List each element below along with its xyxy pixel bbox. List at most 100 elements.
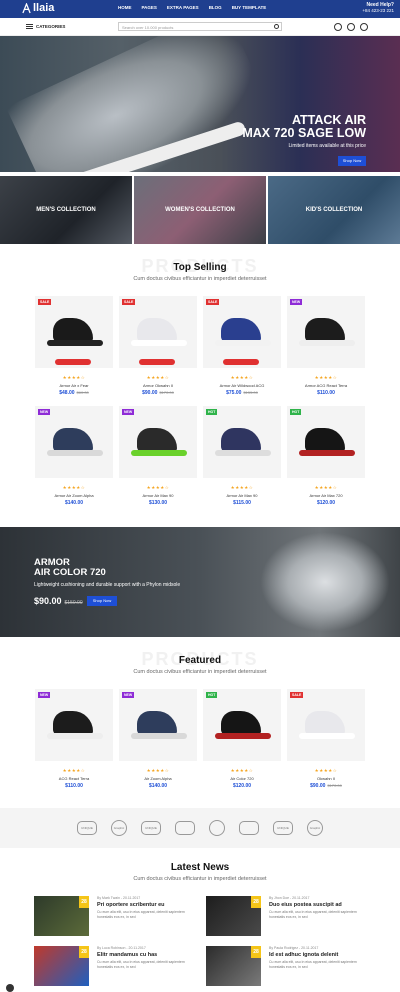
product-image[interactable]: NEW (287, 296, 365, 368)
news-item[interactable]: 28 By Jhon Doe - 20.11.2017 Duo eius poste… (206, 896, 366, 936)
news-title[interactable]: Id est adhuc ignota delenit (269, 952, 366, 958)
product-image[interactable]: SALE (35, 296, 113, 368)
product-card[interactable]: SALE ★★★★☆ Okwahn II $90.00 $170.00 (287, 689, 365, 789)
section-subtitle: Cum doctus civibus efficiantur in imperd… (133, 876, 267, 882)
product-card[interactable]: SALE ★★★★☆ Armor Okwahn II $90.00 $170.00 (119, 296, 197, 396)
news-image[interactable]: 28 (206, 896, 261, 936)
news-text: By Jhon Doe - 20.11.2017 Duo eius postea … (261, 896, 366, 936)
product-price: $130.00 (119, 500, 197, 506)
news-item[interactable]: 28 By Luca Robinson - 20.11.2017 Elitr man… (34, 946, 194, 986)
logo-icon[interactable] (22, 3, 31, 14)
news-item[interactable]: 28 By Paula Rodrigez - 20.11.2017 Id est a… (206, 946, 366, 986)
product-card[interactable]: NEW ★★★★☆ Armor Air Max 90 $130.00 (119, 406, 197, 506)
news-item[interactable]: 28 By Mark Twain - 20.11.2017 Pri oportere… (34, 896, 194, 936)
search-icon[interactable] (274, 24, 279, 29)
price-new: $120.00 (232, 783, 252, 789)
product-card[interactable]: NEW ★★★★☆ ACG React Terra $110.00 (35, 689, 113, 789)
product-card[interactable]: NEW ★★★★☆ Air Zoom Alpha $140.00 (119, 689, 197, 789)
cart-icon[interactable] (360, 23, 368, 31)
rating-stars: ★★★★☆ (314, 485, 338, 490)
shoe-icon (129, 428, 187, 458)
brand-logo[interactable]: Graphic (111, 820, 127, 836)
wishlist-icon[interactable] (347, 23, 355, 31)
news-date-badge: 28 (251, 946, 261, 958)
product-card[interactable]: NEW ★★★★☆ Armor ACG React Terra $110.00 (287, 296, 365, 396)
brand-logo[interactable]: Graphic (307, 820, 323, 836)
product-image[interactable]: NEW (35, 406, 113, 478)
product-image[interactable]: HOT (203, 689, 281, 761)
product-name[interactable]: Armor Air x Fear (35, 383, 113, 388)
product-name[interactable]: Armor Air Max 90 (119, 493, 197, 498)
header-icons (334, 23, 368, 31)
product-image[interactable]: SALE (287, 689, 365, 761)
product-name[interactable]: Air Color 720 (203, 776, 281, 781)
product-name[interactable]: Armor Air Max 90 (203, 493, 281, 498)
product-image[interactable]: NEW (35, 689, 113, 761)
news-image[interactable]: 28 (34, 946, 89, 986)
nav-buy-template[interactable]: BUY TEMPLATE (232, 5, 267, 10)
brand-logo[interactable]: UNIQUE (141, 821, 161, 835)
brand-logo[interactable]: UNIQUE (77, 821, 97, 835)
product-image[interactable]: NEW (119, 406, 197, 478)
news-image[interactable]: 28 (206, 946, 261, 986)
price-new: $120.00 (316, 500, 336, 506)
news-meta: By Luca Robinson - 20.11.2017 (97, 946, 146, 950)
product-name[interactable]: ACG React Terra (35, 776, 113, 781)
news-title[interactable]: Duo eius postea suscipit ad (269, 902, 366, 908)
product-name[interactable]: Okwahn II (287, 776, 365, 781)
product-name[interactable]: Armor Air Wildwood ACG (203, 383, 281, 388)
brand-logo[interactable] (175, 821, 195, 835)
product-image[interactable]: SALE (203, 296, 281, 368)
product-price: $90.00 $170.00 (119, 390, 197, 396)
brand-logo[interactable] (239, 821, 259, 835)
brand-logo[interactable] (209, 820, 225, 836)
product-card[interactable]: HOT ★★★★☆ Armor Air Max 90 $115.00 (203, 406, 281, 506)
help-phone[interactable]: +84 423-23 221 (362, 8, 394, 13)
search-input[interactable]: Search over 10.000 products (118, 22, 282, 31)
hero-slider: ATTACK AIR MAX 720 SAGE LOW Limited item… (0, 36, 400, 172)
news-title[interactable]: Elitr mandamus cu has (97, 952, 194, 958)
shoe-icon (45, 711, 103, 741)
product-name[interactable]: Armor Air Zoom Alpha (35, 493, 113, 498)
account-icon[interactable] (334, 23, 342, 31)
product-image[interactable]: NEW (119, 689, 197, 761)
product-name[interactable]: Armor ACG React Terra (287, 383, 365, 388)
collection-kids[interactable]: KID'S COLLECTION (268, 176, 400, 244)
rating-stars: ★★★★☆ (62, 375, 86, 380)
menu-icon[interactable] (26, 24, 33, 29)
product-name[interactable]: Armor Okwahn II (119, 383, 197, 388)
collection-women[interactable]: WOMEN'S COLLECTION (134, 176, 266, 244)
scroll-top-button[interactable] (6, 984, 14, 992)
product-card[interactable]: HOT ★★★★☆ Armor Air Max 720 $120.00 (287, 406, 365, 506)
shoe-upper (305, 318, 345, 342)
product-card[interactable]: SALE ★★★★☆ Armor Air Wildwood ACG $75.00 $15… (203, 296, 281, 396)
nav-extra-pages[interactable]: EXTRA PAGES (167, 5, 199, 10)
nav-home[interactable]: HOME (118, 5, 132, 10)
logo[interactable]: llaia (33, 2, 54, 14)
shoe-icon (213, 711, 271, 741)
shoe-sole (299, 340, 355, 346)
product-card[interactable]: HOT ★★★★☆ Air Color 720 $120.00 (203, 689, 281, 789)
banner-shop-now-button[interactable]: Shop Now (87, 596, 117, 606)
price-new: $140.00 (64, 500, 84, 506)
product-name[interactable]: Air Zoom Alpha (119, 776, 197, 781)
product-price: $110.00 (35, 783, 113, 789)
collection-men[interactable]: MEN'S COLLECTION (0, 176, 132, 244)
product-card[interactable]: SALE ★★★★☆ Armor Air x Fear $48.00 $60.00 (35, 296, 113, 396)
news-image[interactable]: 28 (34, 896, 89, 936)
product-badge: HOT (290, 409, 302, 415)
product-image[interactable]: HOT (203, 406, 281, 478)
product-image[interactable]: SALE (119, 296, 197, 368)
product-name[interactable]: Armor Air Max 720 (287, 493, 365, 498)
product-badge: HOT (206, 409, 218, 415)
hero-shop-now-button[interactable]: Shop Now (338, 156, 366, 166)
price-new: $110.00 (65, 783, 83, 789)
shoe-icon (297, 318, 355, 348)
nav-blog[interactable]: BLOG (209, 5, 222, 10)
nav-pages[interactable]: PAGES (142, 5, 157, 10)
product-image[interactable]: HOT (287, 406, 365, 478)
news-title[interactable]: Pri oportere scribentur eu (97, 902, 194, 908)
product-card[interactable]: NEW ★★★★☆ Armor Air Zoom Alpha $140.00 (35, 406, 113, 506)
brand-logo[interactable]: UNIQUE (273, 821, 293, 835)
categories-button[interactable]: CATEGORIES (36, 24, 65, 29)
